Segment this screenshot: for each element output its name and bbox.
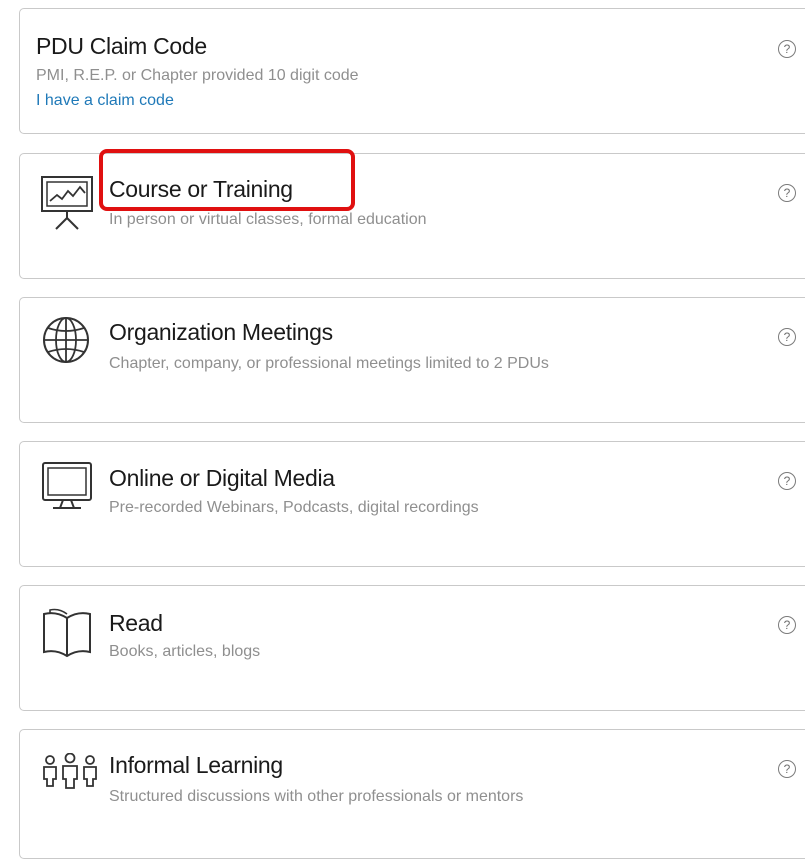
card-title: Read [109,610,163,636]
card-title: PDU Claim Code [36,33,207,59]
globe-icon [43,317,89,363]
card-description: Books, articles, blogs [109,643,261,660]
card-title: Online or Digital Media [109,465,335,491]
help-icon[interactable]: ? [778,328,796,346]
help-icon[interactable]: ? [778,184,796,202]
highlight-box [99,149,355,211]
card-description: Chapter, company, or professional meetin… [109,355,549,372]
claim-code-link[interactable]: I have a claim code [36,92,174,110]
open-book-icon [43,608,91,658]
help-icon[interactable]: ? [778,40,796,58]
card-title: Informal Learning [109,752,283,778]
card-description: PMI, R.E.P. or Chapter provided 10 digit… [36,67,359,84]
help-icon[interactable]: ? [778,760,796,778]
people-group-icon [43,753,97,789]
card-organization-meetings[interactable]: Organization Meetings Chapter, company, … [19,297,805,423]
card-description: In person or virtual classes, formal edu… [109,211,427,228]
presentation-board-icon [41,176,93,230]
card-description: Structured discussions with other profes… [109,788,524,805]
card-description: Pre-recorded Webinars, Podcasts, digital… [109,499,479,516]
card-title: Organization Meetings [109,319,333,345]
help-icon[interactable]: ? [778,616,796,634]
card-informal-learning[interactable]: Informal Learning Structured discussions… [19,729,805,859]
card-pdu-claim-code[interactable]: PDU Claim Code PMI, R.E.P. or Chapter pr… [19,8,805,134]
help-icon[interactable]: ? [778,472,796,490]
card-online-or-digital-media[interactable]: Online or Digital Media Pre-recorded Web… [19,441,805,567]
monitor-icon [42,462,92,509]
card-read[interactable]: Read Books, articles, blogs ? [19,585,805,711]
